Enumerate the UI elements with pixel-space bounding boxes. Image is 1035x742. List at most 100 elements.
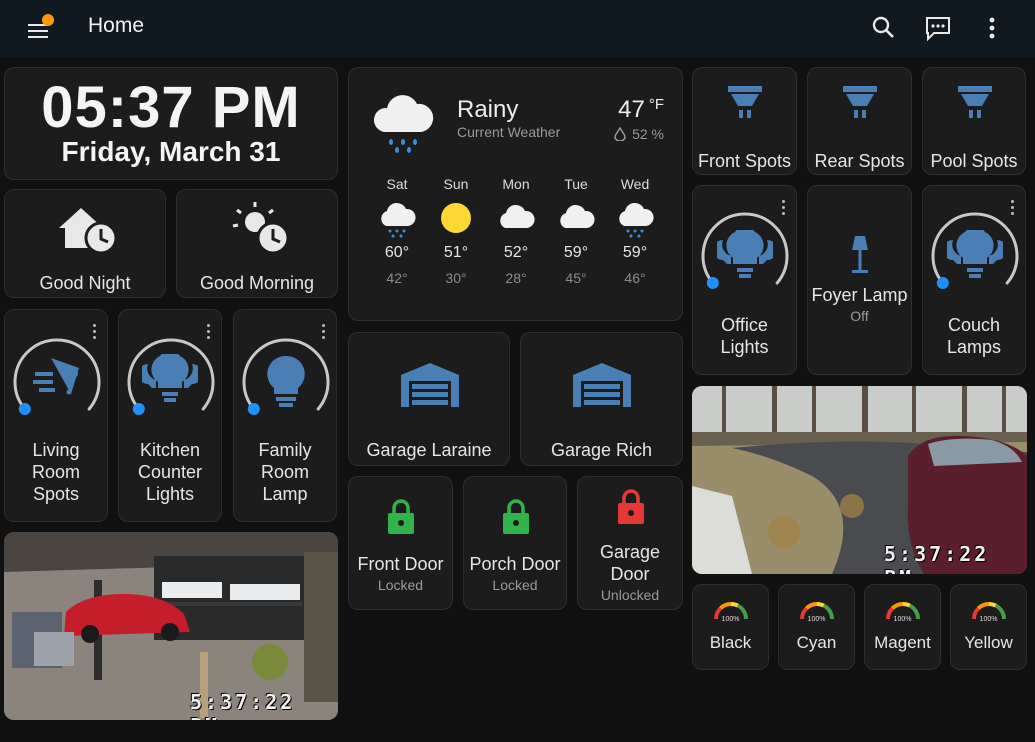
- rain-cloud-icon: [373, 95, 434, 153]
- scene-good-morning[interactable]: Good Morning: [176, 189, 338, 298]
- dial-handle: [18, 402, 31, 415]
- lock-icon: [388, 499, 414, 534]
- weather-condition: Rainy: [457, 96, 519, 123]
- lock-label: Garage Door: [599, 542, 661, 584]
- gauge-segment: [816, 602, 825, 608]
- menu-icon[interactable]: [26, 14, 56, 44]
- ink-magenta[interactable]: 100% Magent: [864, 584, 941, 670]
- lock-icon: [503, 499, 529, 534]
- weather-temperature: 47 °F: [618, 96, 664, 123]
- page-title: Home: [88, 14, 145, 37]
- gauge-segment: [890, 602, 903, 610]
- forecast-day: Tue 59° 45°: [546, 176, 606, 286]
- weather-humidity: 52 %: [614, 126, 664, 142]
- ink-percent: 100%: [807, 616, 826, 623]
- spotlight-icon: [33, 358, 79, 395]
- lock-state: Locked: [492, 577, 538, 593]
- ink-label: Magent: [874, 633, 931, 652]
- search-icon[interactable]: [870, 14, 898, 42]
- light-label: Foyer Lamp: [811, 285, 908, 305]
- ink-black[interactable]: 100% Black: [692, 584, 769, 670]
- ceiling-spot-icon: [843, 86, 877, 118]
- light-office[interactable]: Office Lights: [692, 185, 797, 375]
- light-label: Office Lights: [720, 315, 769, 357]
- ceiling-spot-icon: [958, 86, 992, 118]
- ink-percent: 100%: [979, 616, 998, 623]
- forecast-day: Sun 51° 30°: [426, 176, 486, 286]
- bulb-group-icon: [947, 230, 1003, 278]
- rain-cloud-icon: [619, 202, 654, 238]
- ink-cyan[interactable]: 100% Cyan: [778, 584, 855, 670]
- scene-good-night[interactable]: Good Night: [4, 189, 166, 298]
- lock-porch-door[interactable]: Porch Door Locked: [463, 476, 567, 610]
- lock-label: Front Door: [357, 554, 444, 574]
- notification-dot: [42, 14, 54, 26]
- scene-label: Good Night: [39, 273, 131, 293]
- lightbulb-icon: [267, 355, 305, 407]
- ink-label: Cyan: [796, 633, 837, 652]
- rear-spots-button[interactable]: Rear Spots: [807, 67, 912, 175]
- pool-spots-button[interactable]: Pool Spots: [922, 67, 1026, 175]
- sun-icon: [441, 203, 471, 233]
- lock-state: Unlocked: [600, 587, 660, 603]
- garage-label: Garage Rich: [550, 440, 653, 460]
- sun-clock-icon: [232, 202, 290, 254]
- lock-label: Porch Door: [469, 554, 561, 574]
- ink-percent: 100%: [721, 616, 740, 623]
- cloud-icon: [500, 204, 535, 228]
- light-label: Kitchen Counter Lights: [137, 440, 203, 504]
- ink-label: Yellow: [964, 633, 1013, 652]
- spot-label: Front Spots: [697, 151, 792, 171]
- more-vert-icon[interactable]: [978, 14, 1006, 42]
- forecast-day: Sat 60° 42°: [367, 176, 427, 286]
- light-label: Living Room Spots: [31, 440, 80, 504]
- ink-label: Black: [709, 633, 752, 652]
- top-app-bar: Home: [0, 0, 1035, 57]
- bulb-group-icon: [142, 354, 198, 402]
- clock-card: 05:37 PM Friday, March 31: [4, 67, 338, 180]
- front-spots-button[interactable]: Front Spots: [692, 67, 797, 175]
- spot-label: Pool Spots: [930, 151, 1018, 171]
- forecast-day: Mon 52° 28°: [486, 176, 546, 286]
- gauge-segment: [730, 602, 739, 608]
- home-clock-icon: [59, 208, 118, 254]
- floor-lamp-icon: [852, 236, 868, 273]
- forecast-day: Wed 59° 46°: [605, 176, 665, 286]
- light-foyer-lamp[interactable]: Foyer Lamp Off: [807, 185, 912, 375]
- cloud-icon: [560, 204, 595, 228]
- driveway-camera-feed[interactable]: 5:37:22 PM: [692, 386, 1027, 574]
- light-couch-lamps[interactable]: Couch Lamps: [922, 185, 1026, 375]
- weather-subtitle: Current Weather: [457, 124, 561, 140]
- light-living-room-spots[interactable]: Living Room Spots: [4, 309, 108, 522]
- gauge-segment: [718, 602, 731, 610]
- rain-cloud-icon: [381, 202, 416, 238]
- unlock-icon: [618, 489, 644, 524]
- weather-card[interactable]: Rainy Current Weather 47 °F 52 % Sat 60° …: [348, 67, 683, 321]
- garage-laraine-button[interactable]: Garage Laraine: [348, 332, 510, 466]
- camera-timestamp: 5:37:22 PM: [884, 542, 990, 574]
- garage-icon: [573, 363, 631, 407]
- garage-label: Garage Laraine: [366, 440, 492, 460]
- light-family-room-lamp[interactable]: Family Room Lamp: [233, 309, 337, 522]
- dial-handle: [247, 402, 260, 415]
- bulb-group-icon: [717, 230, 773, 278]
- gauge-segment: [902, 602, 911, 608]
- chat-icon[interactable]: [924, 14, 952, 42]
- garage-icon: [401, 363, 459, 407]
- light-state: Off: [850, 308, 869, 324]
- humidity-icon: [614, 126, 626, 142]
- lock-front-door[interactable]: Front Door Locked: [348, 476, 453, 610]
- clock-time: 05:37 PM: [41, 75, 301, 140]
- garage-camera-feed[interactable]: 5:37:22 PM: [4, 532, 338, 720]
- gauge-segment: [804, 602, 817, 610]
- garage-rich-button[interactable]: Garage Rich: [520, 332, 683, 466]
- lock-garage-door[interactable]: Garage Door Unlocked: [577, 476, 683, 610]
- camera-timestamp: 5:37:22 PM: [190, 690, 296, 720]
- ink-yellow[interactable]: 100% Yellow: [950, 584, 1027, 670]
- clock-date: Friday, March 31: [61, 136, 281, 167]
- light-label: Family Room Lamp: [258, 440, 312, 504]
- light-label: Couch Lamps: [946, 315, 1002, 357]
- light-kitchen-counter[interactable]: Kitchen Counter Lights: [118, 309, 222, 522]
- ink-percent: 100%: [893, 616, 912, 623]
- gauge-segment: [976, 602, 989, 610]
